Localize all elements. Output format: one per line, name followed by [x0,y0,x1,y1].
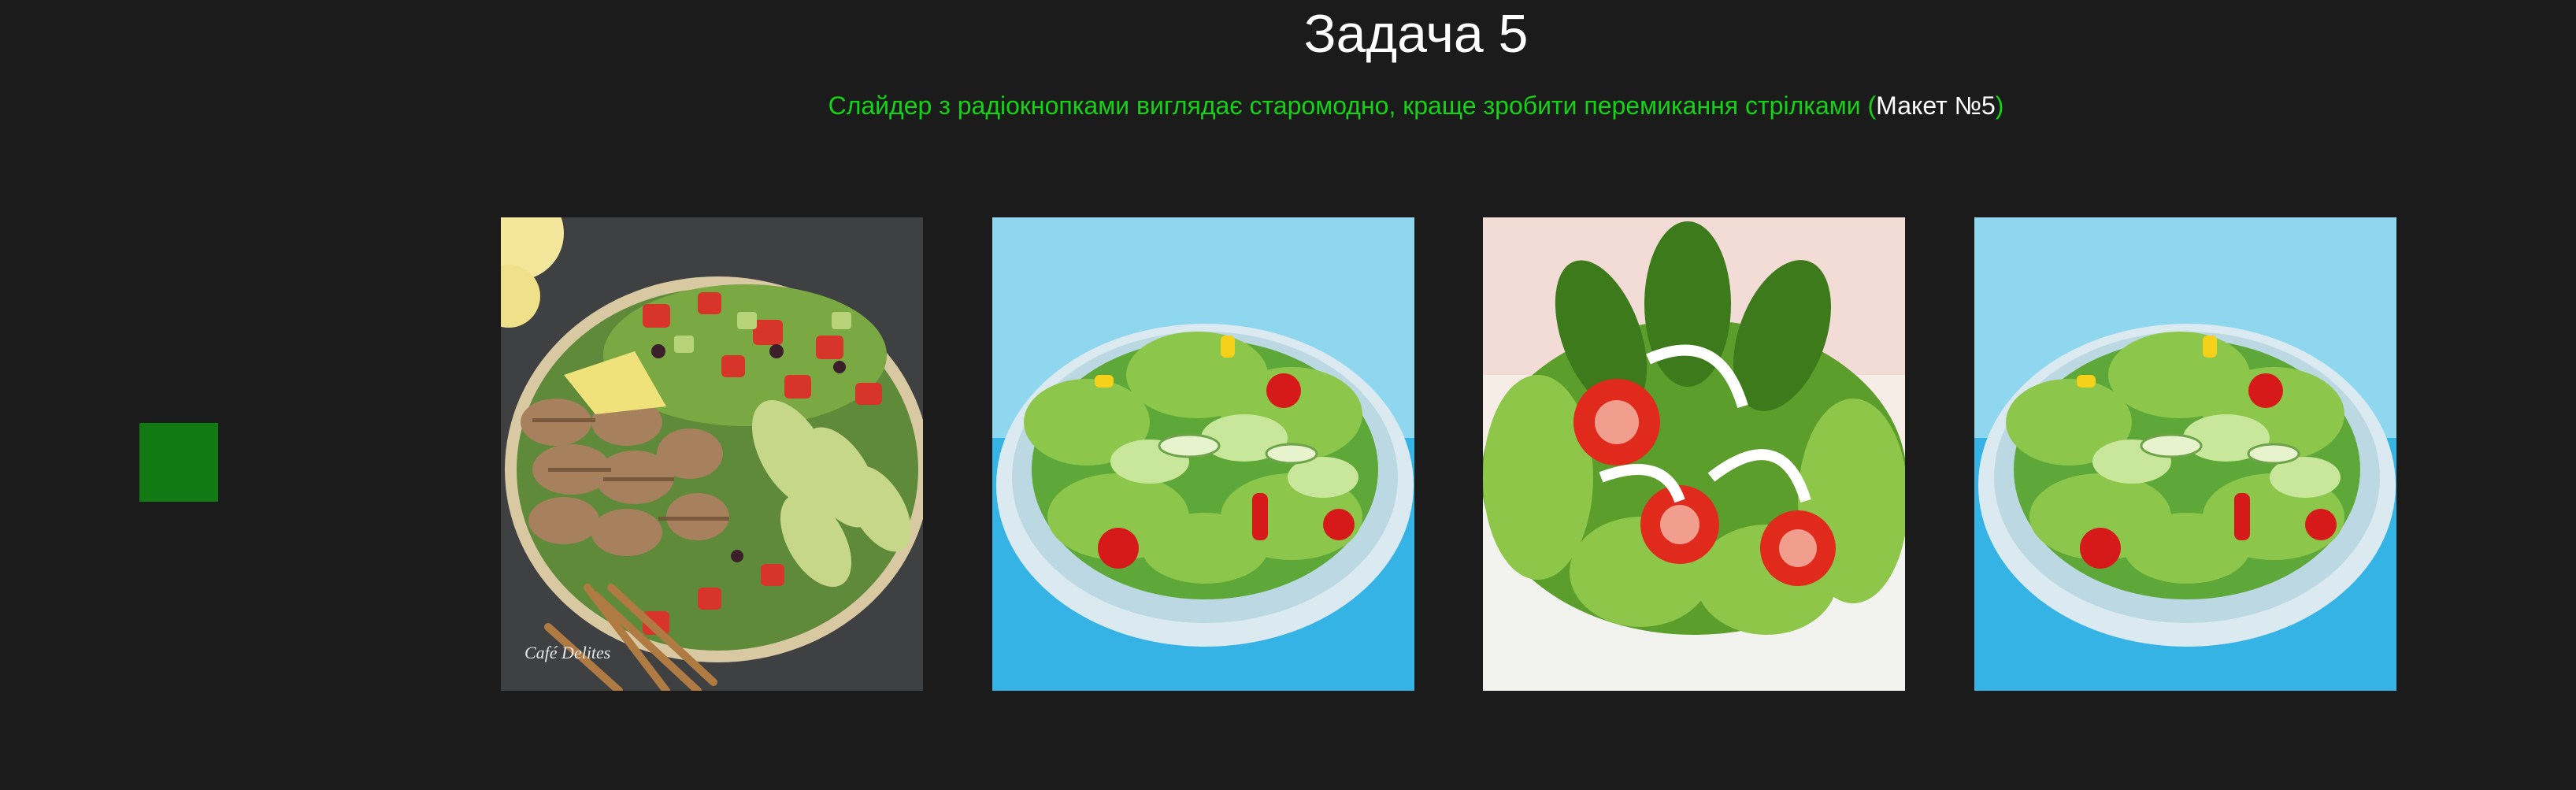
photo-watermark: Café Delites [524,643,610,662]
slide-1: Café Delites [501,217,923,691]
salad-photo-2 [992,217,1414,691]
task-description-text: Слайдер з радіокнопками виглядає старомо… [828,91,1877,120]
layout-reference: Макет №5 [1876,91,1996,120]
page: Задача 5 Слайдер з радіокнопками вигляда… [0,0,2576,790]
slide-3 [1483,217,1905,691]
slide-4 [1974,217,2396,691]
task-description-close: ) [1995,91,2004,120]
page-title: Задача 5 [1303,4,1529,64]
salad-photo-1: Café Delites [501,217,923,691]
slider-prev-button[interactable] [139,423,218,502]
task-description: Слайдер з радіокнопками виглядає старомо… [0,90,2576,121]
slide-2 [992,217,1414,691]
salad-photo-4 [1974,217,2396,691]
salad-photo-3 [1483,217,1905,691]
